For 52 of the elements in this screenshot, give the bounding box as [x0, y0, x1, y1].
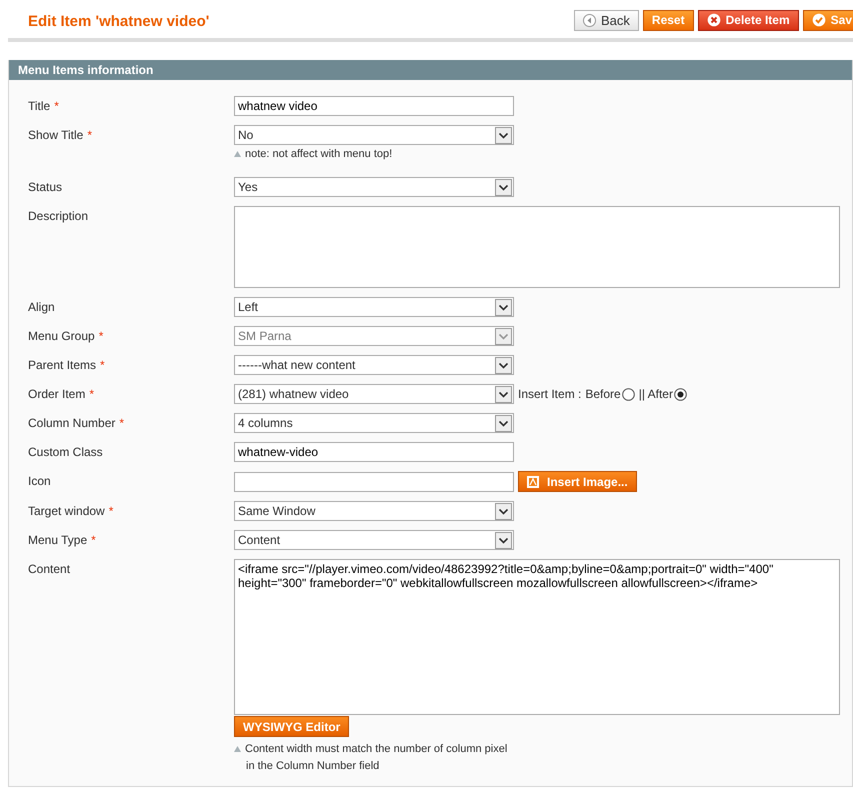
field-label: Column Number — [28, 416, 116, 430]
text-area[interactable]: <iframe src="//player.vimeo.com/video/48623992?title=0&amp;byline=0&amp;portrait=0" width="400" height="300" frameborder="0" webkitallowfullscreen mozallowfullscreen allowfullscreen></iframe> — [234, 559, 840, 715]
close-icon — [706, 13, 721, 27]
field-note: in the Column Number field — [246, 760, 380, 772]
field-label: Target window — [28, 504, 105, 518]
insert-label: Insert Item : — [518, 387, 582, 401]
field-label: Icon — [28, 474, 51, 488]
field-note: note: not affect with menu top! — [245, 148, 392, 160]
triangle-icon — [234, 746, 241, 752]
dropdown[interactable]: Same Window — [234, 501, 514, 521]
required-mark: * — [87, 128, 92, 142]
radio-option[interactable]: Before — [585, 387, 635, 401]
required-mark: * — [100, 358, 105, 372]
field-label: Menu Type — [28, 533, 88, 547]
back-icon — [583, 14, 596, 26]
check-icon — [812, 13, 826, 27]
text-field[interactable]: whatnew video — [234, 96, 514, 116]
required-mark: * — [119, 416, 124, 430]
text-field[interactable] — [234, 472, 514, 492]
dropdown[interactable]: Left — [234, 297, 514, 317]
dropdown[interactable]: 4 columns — [234, 413, 514, 433]
delete-button[interactable]: Delete Item — [698, 10, 799, 30]
radio-button[interactable] — [674, 388, 687, 400]
field-label: Menu Group — [28, 329, 95, 343]
field-label: Parent Items — [28, 358, 96, 372]
field-label: Description — [28, 209, 88, 223]
field-label: Order Item — [28, 387, 86, 401]
image-icon — [527, 476, 539, 488]
required-mark: * — [108, 504, 114, 518]
back-button[interactable]: Back — [574, 10, 639, 30]
text-field[interactable]: whatnew-video — [234, 442, 514, 462]
radio-button[interactable] — [622, 388, 635, 400]
field-note: Content width must match the number of column pixel — [245, 743, 508, 755]
dropdown[interactable]: No — [234, 125, 514, 145]
field-label: Status — [28, 180, 62, 194]
triangle-icon — [234, 151, 241, 157]
required-mark: * — [89, 387, 94, 401]
dropdown[interactable]: Yes — [234, 177, 514, 197]
field-label: Align — [28, 300, 55, 314]
dropdown[interactable]: ------what new content — [234, 355, 514, 375]
required-mark: * — [54, 99, 59, 113]
field-label: Show Title — [28, 128, 84, 142]
required-mark: * — [98, 329, 104, 343]
field-label: Custom Class — [28, 445, 103, 459]
dropdown[interactable]: Content — [234, 530, 514, 550]
page-title: Edit Item 'whatnew video' — [28, 12, 210, 30]
field-label: Title — [28, 99, 50, 113]
radio-option[interactable]: || After — [638, 387, 687, 401]
dropdown[interactable]: (281) whatnew video — [234, 384, 514, 404]
field-label: Content — [28, 562, 70, 576]
section-header: Menu Items information — [9, 60, 852, 80]
required-mark: * — [91, 533, 96, 547]
